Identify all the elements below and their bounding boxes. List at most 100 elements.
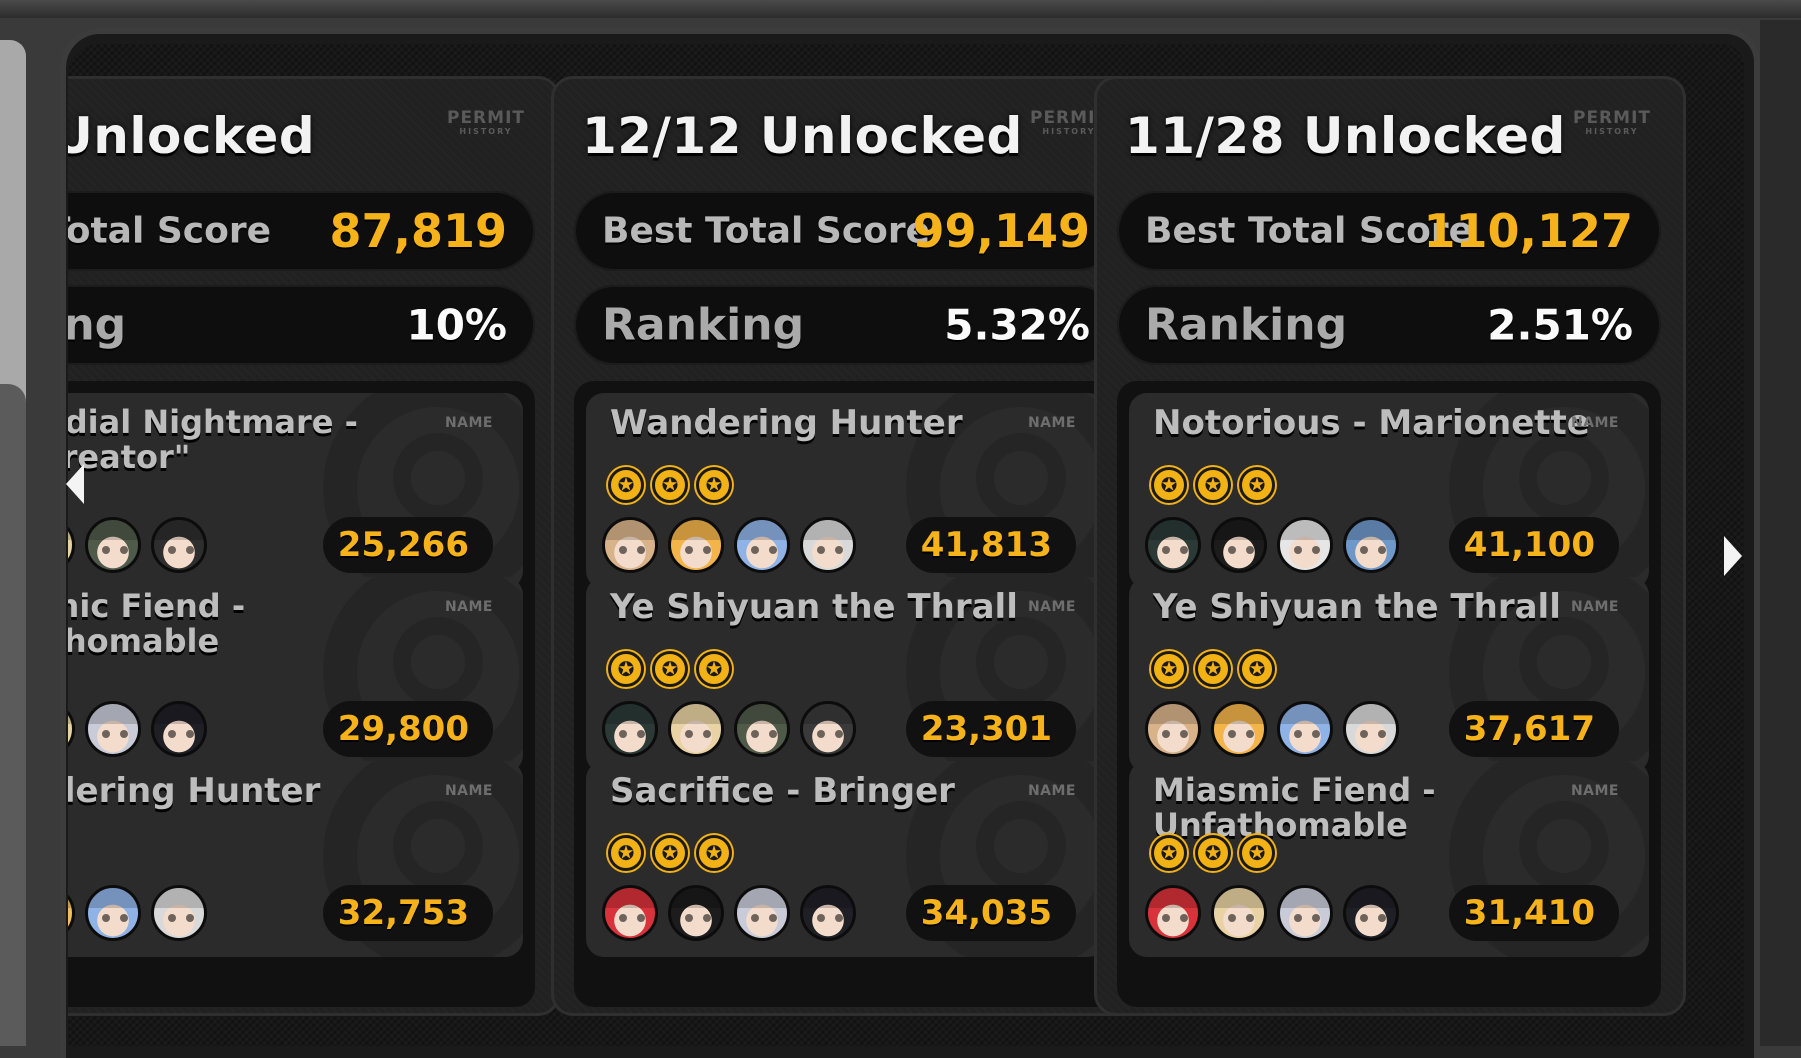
blonde-girl-avatar: [68, 701, 75, 757]
rank-star-icon: ✪: [1151, 835, 1187, 871]
unlocked-count: 2 Unlocked: [68, 107, 316, 165]
boss-name: ordial Nightmare - Creator": [68, 403, 358, 476]
team-entry[interactable]: Notorious - Marionette NAME ✪ ✪ ✪ 41,100: [1129, 393, 1649, 589]
black-hair-girl-avatar: [1211, 517, 1267, 573]
arrow-right-icon[interactable]: [1720, 534, 1746, 578]
black-penguin-bangboo-avatar: [800, 885, 856, 941]
name-tag: NAME: [444, 599, 493, 615]
team-entry[interactable]: Wandering Hunter NAME ✪ ✪ ✪ 41,813: [586, 393, 1106, 589]
boss-name: Ye Shiyuan the Thrall: [1153, 587, 1561, 627]
permit-card: 11/28 Unlocked PERMIT HISTORY Best Total…: [1094, 76, 1686, 1016]
team-members: [68, 517, 207, 573]
orange-hair-avatar: [68, 885, 75, 941]
team-members: [1145, 701, 1399, 757]
team-entry[interactable]: ndering Hunter NAME ✪ 32,753: [68, 761, 523, 957]
rank-star-icon: ✪: [1195, 467, 1231, 503]
shark-hood-avatar: [1343, 517, 1399, 573]
window-frame-top: [0, 0, 1801, 18]
team-entry[interactable]: smic Fiend - athomable NAME ✪ 29,800: [68, 577, 523, 773]
permit-logo-text: PERMIT: [1572, 108, 1651, 128]
board-right-rim: [1760, 20, 1801, 1046]
team-score: 25,266: [323, 517, 493, 573]
white-bangboo-avatar: [800, 517, 856, 573]
orange-hair-girl-avatar: [668, 517, 724, 573]
team-entry[interactable]: ordial Nightmare - Creator" NAME ✪ 25,26…: [68, 393, 523, 589]
best-total-score-value: 110,127: [1423, 204, 1633, 258]
team-entry[interactable]: Sacrifice - Bringer NAME ✪ ✪ ✪ 34,035: [586, 761, 1106, 957]
best-total-score-value: 87,819: [329, 204, 507, 258]
red-hair-girl-avatar: [1145, 885, 1201, 941]
best-total-score: Best Total Score 110,127: [1117, 191, 1661, 271]
green-hair-cap-avatar: [85, 517, 141, 573]
cards-carousel[interactable]: 2 Unlocked PERMIT HISTORY : Total Score …: [68, 44, 1744, 1046]
name-tag: NAME: [1027, 415, 1076, 431]
red-hair-girl-avatar: [602, 885, 658, 941]
rank-star-icon: ✪: [652, 651, 688, 687]
ranking-value: 5.32%: [944, 300, 1090, 350]
rank-star-icon: ✪: [1239, 835, 1275, 871]
arrow-left-icon[interactable]: [62, 462, 88, 506]
team-entry[interactable]: Ye Shiyuan the Thrall NAME ✪ ✪ ✪ 37,617: [1129, 577, 1649, 773]
goggles-bangboo-avatar: [800, 701, 856, 757]
black-hair-girl-avatar: [668, 885, 724, 941]
team-entry[interactable]: Ye Shiyuan the Thrall NAME ✪ ✪ ✪ 23,301: [586, 577, 1106, 773]
rank-star-icon: ✪: [608, 835, 644, 871]
boss-name: ndering Hunter: [68, 771, 321, 811]
unlocked-count: 12/12 Unlocked: [582, 107, 1023, 165]
team-list: Wandering Hunter NAME ✪ ✪ ✪ 41,813 Ye Shiy…: [574, 381, 1118, 1007]
team-entry[interactable]: Miasmic Fiend - Unfathomable NAME ✪ ✪ ✪ 31…: [1129, 761, 1649, 957]
permit-card: 2 Unlocked PERMIT HISTORY : Total Score …: [68, 76, 560, 1016]
team-members: [68, 885, 207, 941]
team-members: [1145, 517, 1399, 573]
blue-hair-girl-avatar: [85, 885, 141, 941]
blonde-girl-avatar: [68, 517, 75, 573]
permit-history-logo: PERMIT HISTORY: [441, 109, 531, 136]
star-rating: ✪ ✪ ✪: [1151, 467, 1275, 503]
permit-card: 12/12 Unlocked PERMIT HISTORY Best Total…: [551, 76, 1143, 1016]
unlocked-count: 11/28 Unlocked: [1125, 107, 1566, 165]
team-members: [602, 885, 856, 941]
black-penguin-bangboo-avatar: [1343, 885, 1399, 941]
permit-logo-subtext: HISTORY: [1585, 127, 1639, 136]
white-mask-avatar: [1277, 517, 1333, 573]
blonde-girl-avatar: [668, 701, 724, 757]
permit-logo-subtext: HISTORY: [459, 127, 513, 136]
rank-star-icon: ✪: [1195, 835, 1231, 871]
ranking: king 10%: [68, 285, 535, 365]
name-tag: NAME: [444, 415, 493, 431]
rank-star-icon: ✪: [608, 467, 644, 503]
star-rating: ✪ ✪ ✪: [608, 835, 732, 871]
tan-hair-girl-avatar: [602, 517, 658, 573]
star-rating: ✪ ✪ ✪: [608, 467, 732, 503]
ranking-label: king: [68, 299, 127, 351]
boss-name: Notorious - Marionette: [1153, 403, 1590, 443]
rank-star-icon: ✪: [652, 835, 688, 871]
boss-name: Ye Shiyuan the Thrall: [610, 587, 1018, 627]
silver-hair-girl-avatar: [1277, 885, 1333, 941]
white-bangboo-avatar: [1343, 701, 1399, 757]
name-tag: NAME: [1570, 599, 1619, 615]
name-tag: NAME: [444, 783, 493, 799]
dark-hair-girl-avatar: [1145, 517, 1201, 573]
boss-name: Miasmic Fiend - Unfathomable: [1153, 771, 1436, 844]
tan-hair-girl-avatar: [1145, 701, 1201, 757]
silver-hair-girl-avatar: [85, 701, 141, 757]
team-score: 29,800: [323, 701, 493, 757]
silver-hair-girl-avatar: [734, 885, 790, 941]
team-list: ordial Nightmare - Creator" NAME ✪ 25,26…: [68, 381, 535, 1007]
rank-star-icon: ✪: [652, 467, 688, 503]
rank-star-icon: ✪: [1151, 467, 1187, 503]
team-members: [68, 701, 207, 757]
name-tag: NAME: [1570, 415, 1619, 431]
team-score: 37,617: [1449, 701, 1619, 757]
boss-name: smic Fiend - athomable: [68, 587, 246, 660]
team-score: 41,813: [906, 517, 1076, 573]
rank-star-icon: ✪: [608, 651, 644, 687]
best-total-score: : Total Score 87,819: [68, 191, 535, 271]
blue-hair-girl-avatar: [1277, 701, 1333, 757]
permit-history-logo: PERMIT HISTORY: [1567, 109, 1657, 136]
ranking: Ranking 2.51%: [1117, 285, 1661, 365]
ranking-value: 2.51%: [1487, 300, 1633, 350]
permit-logo-text: PERMIT: [446, 108, 525, 128]
rank-star-icon: ✪: [1151, 651, 1187, 687]
